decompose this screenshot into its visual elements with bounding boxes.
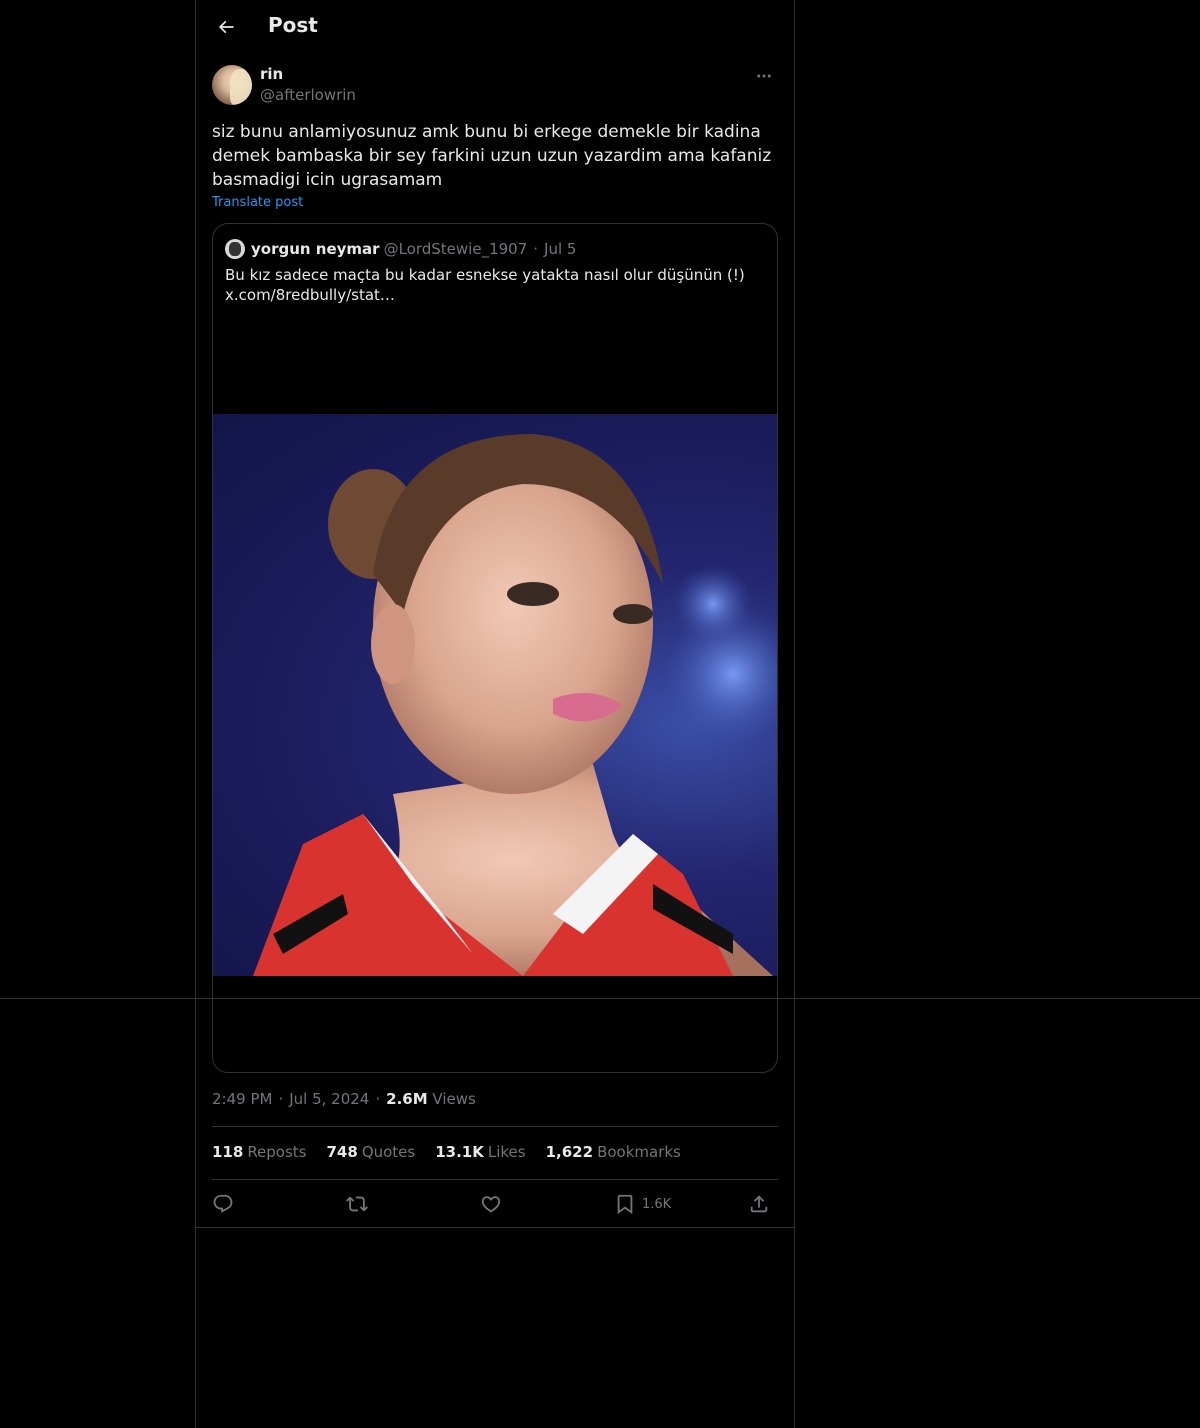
divider bbox=[212, 1126, 778, 1127]
quotes-label: Quotes bbox=[361, 1143, 416, 1161]
quoted-post-header: yorgun neymar @LordStewie_1907 · Jul 5 bbox=[225, 237, 576, 261]
bookmarks-count: 1,622 bbox=[545, 1143, 594, 1161]
more-button[interactable] bbox=[750, 64, 778, 88]
quotes-count: 748 bbox=[326, 1143, 358, 1161]
action-bar: 1.6K bbox=[212, 1188, 778, 1220]
share-icon bbox=[750, 1195, 768, 1213]
bookmark-button[interactable]: 1.6K bbox=[614, 1188, 671, 1220]
views-label: Views bbox=[432, 1090, 476, 1108]
quoted-text-line: Bu kız sadece maçta bu kadar esnekse yat… bbox=[225, 266, 745, 284]
likes-label: Likes bbox=[487, 1143, 526, 1161]
bookmark-icon bbox=[617, 1194, 633, 1215]
like-button[interactable] bbox=[480, 1188, 502, 1220]
portrait-illustration bbox=[253, 434, 777, 976]
likes-count: 13.1K bbox=[435, 1143, 484, 1161]
reposts-count: 118 bbox=[212, 1143, 244, 1161]
post-text: siz bunu anlamiyosunuz amk bunu bi erkeg… bbox=[212, 122, 772, 190]
like-icon bbox=[481, 1196, 501, 1213]
bookmark-count: 1.6K bbox=[642, 1196, 672, 1212]
post-date[interactable]: Jul 5, 2024 bbox=[289, 1090, 369, 1108]
author-handle[interactable]: @afterlowrin bbox=[260, 86, 356, 104]
post-meta: 2:49 PM · Jul 5, 2024 · 2.6M Views bbox=[212, 1090, 476, 1108]
author-avatar[interactable] bbox=[212, 65, 252, 105]
post-column: Post rin @afterlowrin siz bunu anlamiyos… bbox=[195, 0, 795, 1428]
engagement-stats: 118 Reposts 748 Quotes 13.1K Likes 1,622 Boo… bbox=[212, 1143, 681, 1161]
quoted-media-image[interactable] bbox=[213, 414, 777, 976]
share-button[interactable] bbox=[748, 1188, 770, 1220]
bookmarks-label: Bookmarks bbox=[597, 1143, 681, 1161]
quoted-date: Jul 5 bbox=[544, 240, 577, 258]
quoted-author-handle: @LordStewie_1907 bbox=[383, 240, 528, 258]
back-button[interactable] bbox=[208, 9, 244, 45]
post-time[interactable]: 2:49 PM bbox=[212, 1090, 272, 1108]
author-row: rin @afterlowrin bbox=[212, 64, 778, 108]
quotes-stat[interactable]: 748 Quotes bbox=[327, 1143, 416, 1161]
page-title: Post bbox=[268, 13, 318, 37]
quoted-author-name: yorgun neymar bbox=[251, 240, 380, 258]
reposts-stat[interactable]: 118 Reposts bbox=[212, 1143, 307, 1161]
views-count: 2.6M bbox=[386, 1090, 428, 1108]
repost-button[interactable] bbox=[346, 1188, 368, 1220]
reposts-label: Reposts bbox=[247, 1143, 307, 1161]
reply-button[interactable] bbox=[212, 1188, 234, 1220]
author-name[interactable]: rin bbox=[260, 65, 283, 83]
horizontal-guide-line bbox=[0, 998, 1200, 999]
quoted-link[interactable]: x.com/8redbully/stat… bbox=[225, 285, 765, 305]
divider bbox=[196, 1227, 794, 1228]
likes-stat[interactable]: 13.1K Likes bbox=[435, 1143, 525, 1161]
quoted-text: Bu kız sadece maçta bu kadar esnekse yat… bbox=[225, 265, 765, 305]
divider bbox=[212, 1179, 778, 1180]
translate-link[interactable]: Translate post bbox=[212, 195, 303, 210]
repost-icon bbox=[346, 1196, 368, 1212]
separator-dot: · bbox=[533, 240, 539, 258]
more-icon bbox=[757, 74, 771, 78]
quoted-avatar bbox=[225, 239, 245, 259]
reply-icon bbox=[213, 1194, 233, 1213]
back-arrow-icon bbox=[218, 20, 234, 34]
quoted-post[interactable]: yorgun neymar @LordStewie_1907 · Jul 5 B… bbox=[212, 223, 778, 1073]
bookmarks-stat[interactable]: 1,622 Bookmarks bbox=[546, 1143, 681, 1161]
page-header: Post bbox=[196, 0, 794, 54]
